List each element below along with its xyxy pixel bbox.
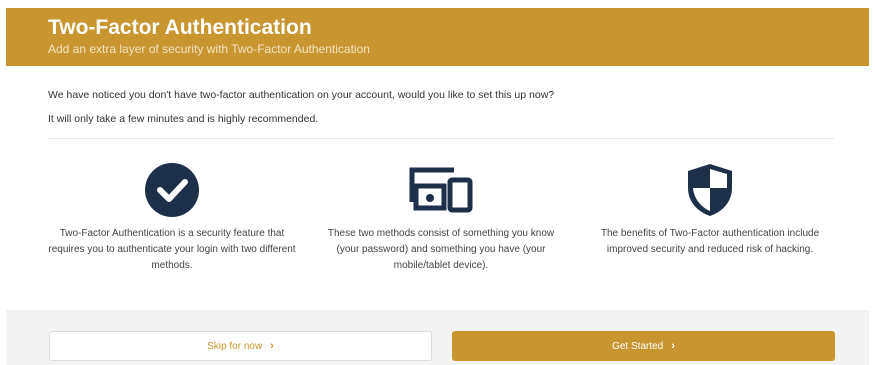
feature-methods: These two methods consist of something y… [316, 160, 566, 274]
intro-text-secondary: It will only take a few minutes and is h… [48, 113, 319, 125]
devices-icon [409, 167, 473, 213]
page-subtitle: Add an extra layer of security with Two-… [48, 42, 370, 56]
get-started-button-label: Get Started [612, 340, 664, 352]
header-banner: Two-Factor Authentication Add an extra l… [6, 8, 869, 66]
skip-button[interactable]: Skip for now › [49, 331, 432, 361]
skip-button-label: Skip for now [207, 340, 263, 352]
chevron-right-icon: › [671, 340, 675, 352]
divider [48, 138, 834, 139]
feature-benefits: The benefits of Two-Factor authenticatio… [585, 160, 835, 258]
feature-text: These two methods consist of something y… [327, 228, 555, 271]
feature-text: Two-Factor Authentication is a security … [48, 228, 296, 271]
feature-text: The benefits of Two-Factor authenticatio… [600, 228, 820, 255]
get-started-button[interactable]: Get Started › [452, 331, 835, 361]
intro-text: We have noticed you don't have two-facto… [48, 89, 555, 101]
page-title: Two-Factor Authentication [48, 16, 312, 39]
check-circle-icon [145, 163, 199, 217]
shield-icon [688, 164, 732, 216]
feature-two-factor: Two-Factor Authentication is a security … [47, 160, 297, 274]
chevron-right-icon: › [270, 340, 274, 352]
action-bar: Skip for now › Get Started › [6, 310, 869, 365]
